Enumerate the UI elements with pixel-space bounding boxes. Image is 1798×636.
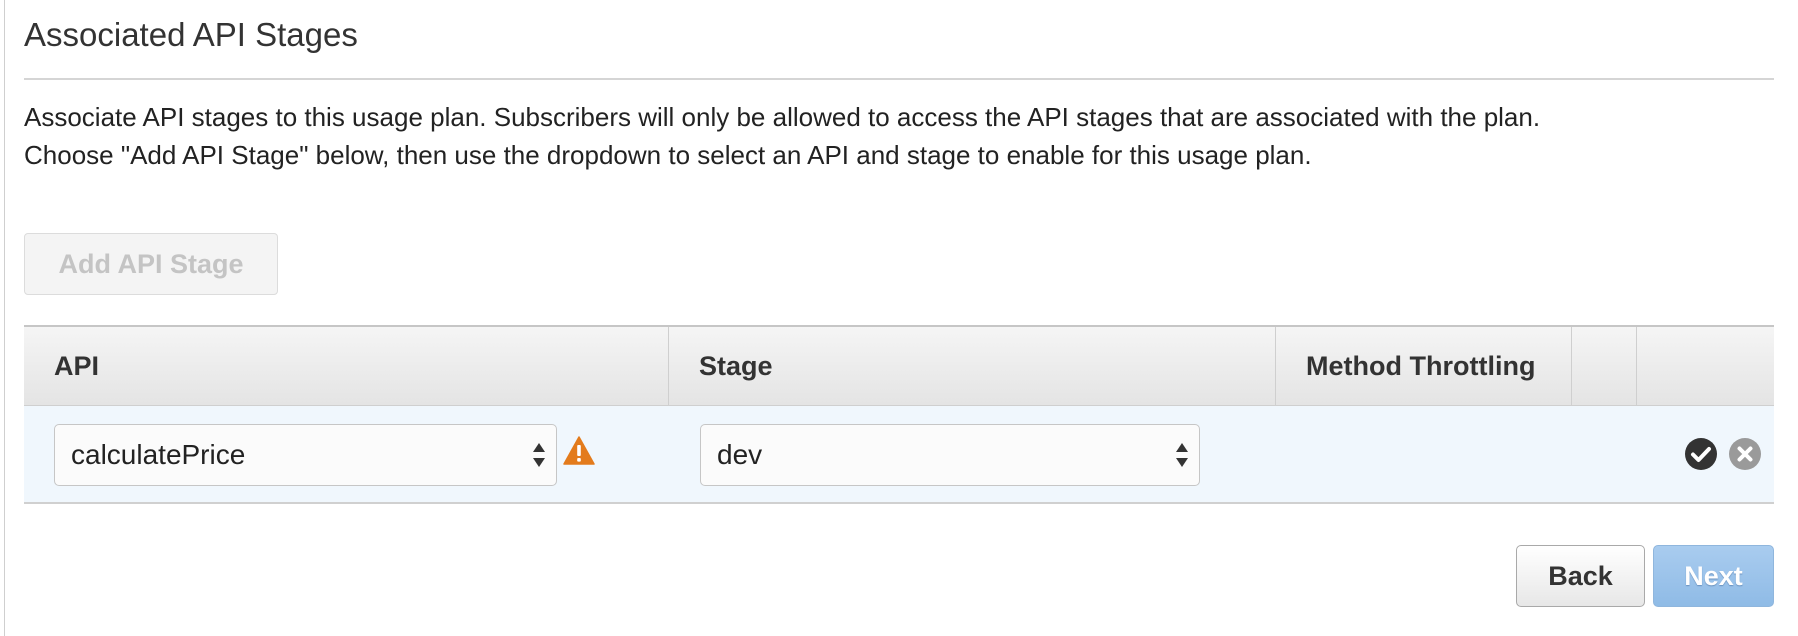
back-button[interactable]: Back [1516, 545, 1645, 607]
table-row: calculatePrice dev [24, 406, 1774, 502]
description-line-1: Associate API stages to this usage plan.… [24, 102, 1541, 132]
section-description: Associate API stages to this usage plan.… [24, 98, 1774, 174]
column-header-actions [1637, 327, 1774, 405]
column-header-api: API [24, 327, 669, 405]
check-circle-icon[interactable] [1684, 437, 1718, 471]
column-header-stage: Stage [669, 327, 1276, 405]
close-circle-icon[interactable] [1728, 437, 1762, 471]
next-button[interactable]: Next [1653, 545, 1774, 607]
column-header-method-throttling: Method Throttling [1276, 327, 1572, 405]
select-arrows-icon [533, 443, 545, 467]
stage-select-value: dev [717, 439, 763, 470]
add-api-stage-button[interactable]: Add API Stage [24, 233, 278, 295]
table-header: API Stage Method Throttling [24, 327, 1774, 406]
column-header-blank [1572, 327, 1637, 405]
page-title: Associated API Stages [24, 16, 358, 53]
description-line-2: Choose "Add API Stage" below, then use t… [24, 140, 1312, 170]
stage-select[interactable]: dev [700, 424, 1200, 486]
warning-icon [563, 436, 595, 465]
api-select-value: calculatePrice [71, 439, 246, 470]
left-border [4, 0, 5, 636]
api-select[interactable]: calculatePrice [54, 424, 557, 486]
title-divider [24, 78, 1774, 80]
select-arrows-icon [1176, 443, 1188, 467]
api-stages-table: API Stage Method Throttling calculatePri… [24, 325, 1774, 504]
